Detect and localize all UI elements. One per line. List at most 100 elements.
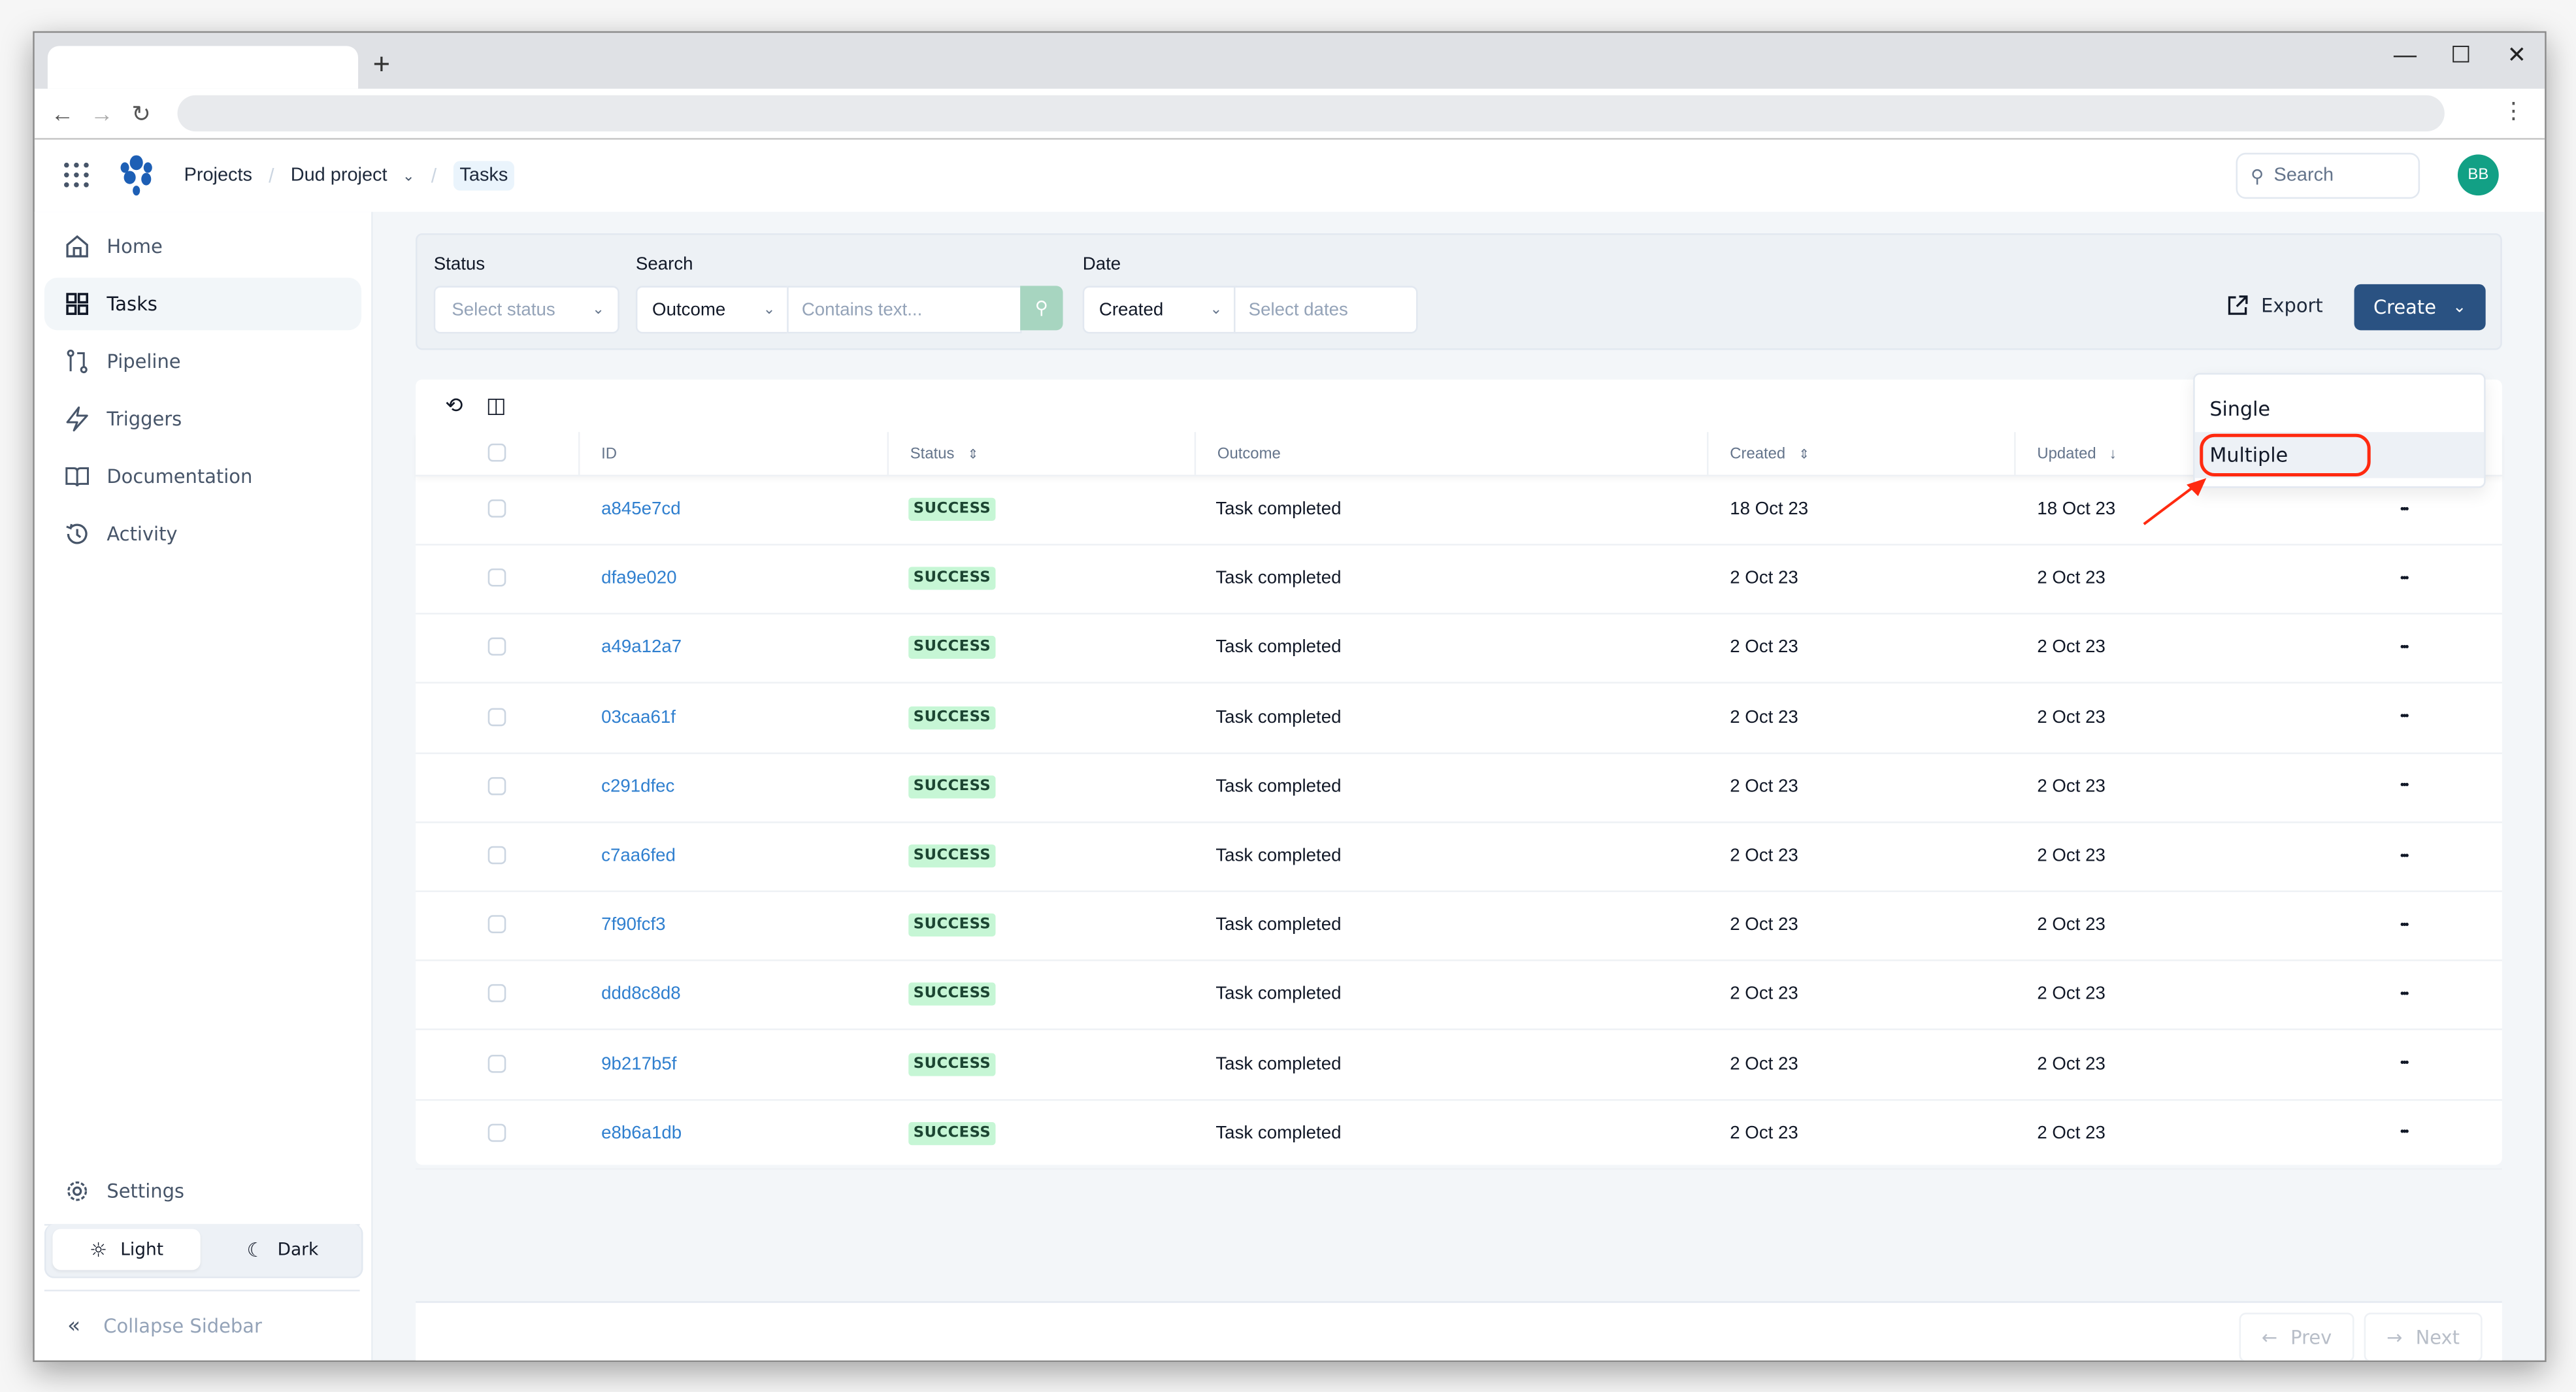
date-field-select[interactable]: Created ⌄ <box>1082 286 1238 334</box>
task-id-link[interactable]: dfa9e020 <box>601 569 676 588</box>
forward-button[interactable]: → <box>82 100 122 126</box>
close-window-button[interactable]: ✕ <box>2499 41 2535 69</box>
table-row[interactable]: 03caa61f SUCCESS Task completed 2 Oct 23… <box>416 683 2502 754</box>
menu-item-single[interactable]: Single <box>2195 386 2484 432</box>
row-checkbox[interactable] <box>487 499 506 518</box>
column-header-created[interactable]: Created ⇕ <box>1707 432 2014 475</box>
column-header-id[interactable]: ID <box>578 432 887 475</box>
row-actions-icon[interactable]: ••• <box>2400 920 2409 931</box>
sun-icon: ☼ <box>90 1238 108 1261</box>
table-row[interactable]: c291dfec SUCCESS Task completed 2 Oct 23… <box>416 752 2502 823</box>
columns-icon[interactable]: ◫ <box>486 393 506 419</box>
status-badge: SUCCESS <box>908 914 996 937</box>
table-row[interactable]: 9b217b5f SUCCESS Task completed 2 Oct 23… <box>416 1029 2502 1101</box>
row-actions-icon[interactable]: ••• <box>2400 712 2409 723</box>
task-id-link[interactable]: a49a12a7 <box>601 638 682 657</box>
prev-page-button[interactable]: ← Prev <box>2239 1312 2354 1361</box>
theme-dark-button[interactable]: ☾ Dark <box>210 1229 355 1270</box>
status-select[interactable]: Select status ⌄ <box>433 286 619 334</box>
task-id-link[interactable]: e8b6a1db <box>601 1123 682 1143</box>
task-id-link[interactable]: ddd8c8d8 <box>601 985 680 1004</box>
table-row[interactable]: e8b6a1db SUCCESS Task completed 2 Oct 23… <box>416 1099 2502 1170</box>
task-id-link[interactable]: a845e7cd <box>601 499 680 519</box>
select-all-checkbox[interactable] <box>487 443 506 462</box>
sidebar-item-settings[interactable]: Settings <box>44 1165 361 1217</box>
task-id-link[interactable]: c291dfec <box>601 777 674 797</box>
table-row[interactable]: 7f90fcf3 SUCCESS Task completed 2 Oct 23… <box>416 891 2502 962</box>
row-actions-icon[interactable]: ••• <box>2400 642 2409 654</box>
sidebar-item-pipeline[interactable]: Pipeline <box>44 335 361 388</box>
search-field-select[interactable]: Outcome ⌄ <box>635 286 791 334</box>
task-id-link[interactable]: c7aa6fed <box>601 846 676 866</box>
refresh-icon[interactable]: ⟲ <box>445 393 463 419</box>
reload-button[interactable]: ↻ <box>122 99 161 127</box>
chevrons-left-icon: « <box>67 1313 81 1338</box>
row-actions-icon[interactable]: ••• <box>2400 850 2409 862</box>
global-search-input[interactable]: ⚲ Search <box>2236 152 2420 199</box>
outcome-text: Task completed <box>1215 1123 1342 1144</box>
created-date: 18 Oct 23 <box>1730 499 1809 520</box>
breadcrumb-separator: / <box>431 164 437 188</box>
row-checkbox[interactable] <box>487 984 506 1003</box>
user-avatar[interactable]: BB <box>2457 154 2499 196</box>
sidebar-item-label: Pipeline <box>107 350 181 373</box>
task-id-link[interactable]: 9b217b5f <box>601 1054 676 1074</box>
app-logo-icon[interactable] <box>115 154 157 197</box>
lightning-icon <box>66 406 88 432</box>
column-header-outcome[interactable]: Outcome <box>1194 432 1707 475</box>
table-row[interactable]: c7aa6fed SUCCESS Task completed 2 Oct 23… <box>416 821 2502 893</box>
breadcrumb-projects[interactable]: Projects <box>184 166 252 186</box>
maximize-button[interactable]: ☐ <box>2443 41 2479 69</box>
row-checkbox[interactable] <box>487 1053 506 1072</box>
row-checkbox[interactable] <box>487 776 506 795</box>
date-filter-label: Date <box>1082 254 1121 274</box>
search-submit-button[interactable]: ⚲ <box>1020 286 1063 331</box>
row-checkbox[interactable] <box>487 1123 506 1142</box>
next-page-button[interactable]: → Next <box>2364 1312 2483 1361</box>
breadcrumb-tasks[interactable]: Tasks <box>453 161 515 191</box>
row-actions-icon[interactable]: ••• <box>2400 1058 2409 1070</box>
menu-item-multiple[interactable]: Multiple <box>2194 432 2485 478</box>
apps-grid-icon[interactable] <box>64 162 90 189</box>
row-checkbox[interactable] <box>487 707 506 726</box>
grid-icon <box>66 293 89 315</box>
theme-light-button[interactable]: ☼ Light <box>52 1229 201 1270</box>
row-checkbox[interactable] <box>487 915 506 934</box>
row-actions-icon[interactable]: ••• <box>2400 989 2409 1001</box>
sidebar-item-home[interactable]: Home <box>44 220 361 273</box>
arrow-left-icon: ← <box>2261 1325 2278 1349</box>
status-badge: SUCCESS <box>908 497 996 521</box>
browser-tab[interactable] <box>47 46 359 89</box>
export-button[interactable]: Export <box>2226 294 2323 317</box>
row-actions-icon[interactable]: ••• <box>2400 1127 2409 1139</box>
browser-menu-icon[interactable]: ⋮ <box>2502 97 2525 125</box>
row-actions-icon[interactable]: ••• <box>2400 781 2409 793</box>
table-row[interactable]: dfa9e020 SUCCESS Task completed 2 Oct 23… <box>416 544 2502 615</box>
table-row[interactable]: ddd8c8d8 SUCCESS Task completed 2 Oct 23… <box>416 960 2502 1031</box>
row-checkbox[interactable] <box>487 846 506 865</box>
task-id-link[interactable]: 03caa61f <box>601 708 676 727</box>
new-tab-button[interactable]: + <box>373 48 390 82</box>
url-input[interactable] <box>177 95 2445 132</box>
sidebar-item-triggers[interactable]: Triggers <box>44 393 361 445</box>
sidebar-item-documentation[interactable]: Documentation <box>44 450 361 503</box>
back-button[interactable]: ← <box>42 100 82 126</box>
sidebar-item-tasks[interactable]: Tasks <box>44 277 362 331</box>
status-badge: SUCCESS <box>908 1121 996 1145</box>
updated-date: 2 Oct 23 <box>2037 707 2105 727</box>
minimize-button[interactable]: — <box>2387 41 2423 67</box>
create-button[interactable]: Create ⌄ <box>2354 284 2486 331</box>
row-actions-icon[interactable]: ••• <box>2400 504 2409 516</box>
row-checkbox[interactable] <box>487 569 506 587</box>
column-header-status[interactable]: Status ⇕ <box>887 432 1195 475</box>
updated-date: 2 Oct 23 <box>2037 569 2105 589</box>
date-range-input[interactable]: Select dates <box>1234 286 1418 334</box>
breadcrumb-project[interactable]: Dud project ⌄ <box>291 166 415 186</box>
search-text-input[interactable]: Contains text... <box>787 286 1022 334</box>
row-checkbox[interactable] <box>487 638 506 657</box>
collapse-sidebar-button[interactable]: « Collapse Sidebar <box>44 1304 262 1347</box>
table-row[interactable]: a49a12a7 SUCCESS Task completed 2 Oct 23… <box>416 614 2502 684</box>
row-actions-icon[interactable]: ••• <box>2400 573 2409 585</box>
sidebar-item-activity[interactable]: Activity <box>44 508 361 560</box>
task-id-link[interactable]: 7f90fcf3 <box>601 916 665 935</box>
